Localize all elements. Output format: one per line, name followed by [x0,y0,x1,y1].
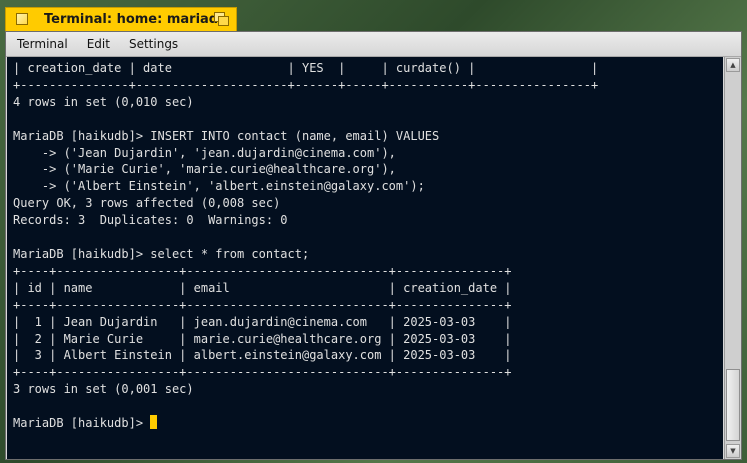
terminal-window: Terminal Edit Settings | creation_date |… [5,31,742,460]
scroll-down-arrow-icon[interactable]: ▼ [726,444,740,458]
menu-edit[interactable]: Edit [79,32,118,56]
scroll-thumb[interactable] [726,369,740,441]
terminal-line: Query OK, 3 rows affected (0,008 sec) [13,196,281,211]
menu-settings[interactable]: Settings [121,32,186,56]
menu-terminal[interactable]: Terminal [9,32,76,56]
terminal-line: MariaDB [haikudb]> INSERT INTO contact (… [13,128,440,143]
scroll-up-arrow-icon[interactable]: ▲ [726,58,740,72]
terminal-line: -> ('Albert Einstein', 'albert.einstein@… [13,179,425,194]
zoom-box-icon[interactable] [214,12,230,27]
terminal-line: 4 rows in set (0,010 sec) [13,94,194,109]
terminal-line: +----+-----------------+----------------… [13,365,512,380]
terminal-line: Records: 3 Duplicates: 0 Warnings: 0 [13,213,288,228]
terminal-line: | 2 | Marie Curie | marie.curie@healthca… [13,331,512,346]
terminal-line: | 3 | Albert Einstein | albert.einstein@… [13,348,512,363]
terminal-line: | 1 | Jean Dujardin | jean.dujardin@cine… [13,314,512,329]
terminal-line: 3 rows in set (0,001 sec) [13,382,194,397]
terminal-line: MariaDB [haikudb]> select * from contact… [13,246,310,261]
terminal-line: | id | name | email | creation_date | [13,280,512,295]
terminal-line: +---------------+---------------------+-… [13,77,599,92]
close-box-icon[interactable] [16,13,28,25]
terminal-line: -> ('Marie Curie', 'marie.curie@healthca… [13,162,396,177]
window-tab[interactable]: Terminal: home: mariadb [5,7,237,31]
window-title: Terminal: home: mariadb [44,12,228,27]
vertical-scrollbar[interactable]: ▲ ▼ [724,57,741,459]
terminal-line: | creation_date | date | YES | | curdate… [13,61,599,75]
terminal-line: +----+-----------------+----------------… [13,297,512,312]
terminal-line: +----+-----------------+----------------… [13,263,512,278]
menu-bar: Terminal Edit Settings [6,32,741,57]
terminal-view[interactable]: | creation_date | date | YES | | curdate… [7,57,723,459]
terminal-output: | creation_date | date | YES | | curdate… [7,57,723,432]
prompt-line: MariaDB [haikudb]> [13,416,151,431]
terminal-line: -> ('Jean Dujardin', 'jean.dujardin@cine… [13,145,396,160]
text-cursor [150,415,158,430]
